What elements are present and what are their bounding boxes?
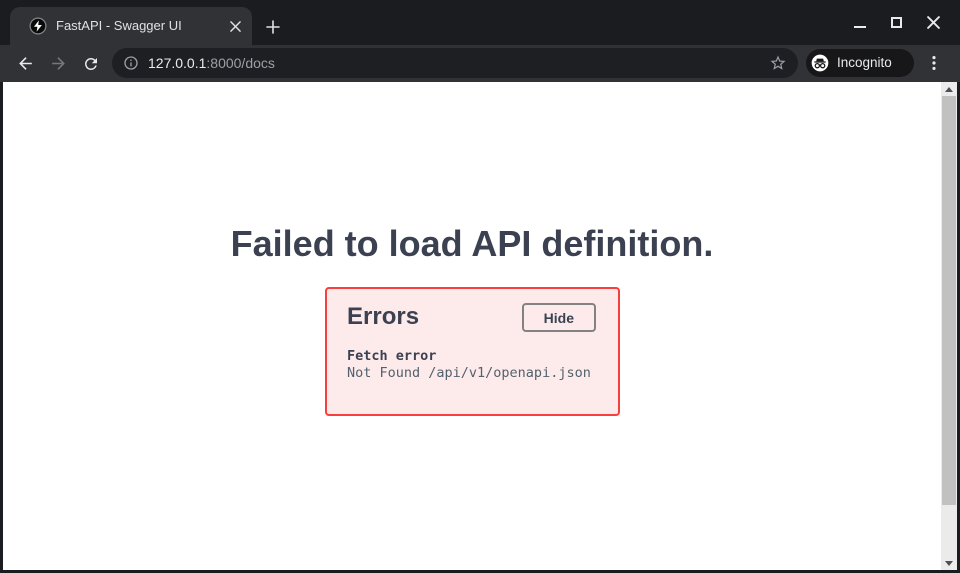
incognito-icon <box>810 53 830 73</box>
window-controls <box>841 0 952 45</box>
window-close-icon[interactable] <box>915 0 952 45</box>
url-path: :8000/docs <box>206 55 275 71</box>
url-text: 127.0.0.1:8000/docs <box>148 48 275 78</box>
incognito-badge: Incognito <box>806 49 914 77</box>
titlebar: FastAPI - Swagger UI <box>0 0 960 45</box>
error-item-message: Not Found /api/v1/openapi.json <box>347 365 591 382</box>
new-tab-icon[interactable] <box>262 16 284 38</box>
bookmark-star-icon[interactable] <box>769 54 787 72</box>
page-content: Failed to load API definition. Errors Hi… <box>3 82 941 570</box>
page-heading: Failed to load API definition. <box>3 222 941 265</box>
forward-icon[interactable] <box>46 51 71 76</box>
incognito-label: Incognito <box>837 49 892 77</box>
url-bar[interactable]: 127.0.0.1:8000/docs <box>112 48 798 78</box>
scroll-up-icon[interactable] <box>941 82 957 96</box>
maximize-icon[interactable] <box>878 0 915 45</box>
tab-title: FastAPI - Swagger UI <box>56 7 182 45</box>
back-icon[interactable] <box>13 51 38 76</box>
tab-close-icon[interactable] <box>226 17 244 35</box>
errors-panel: Errors Hide Fetch error Not Found /api/v… <box>325 287 620 416</box>
browser-tab[interactable]: FastAPI - Swagger UI <box>10 7 252 45</box>
menu-dots-icon[interactable] <box>924 53 944 73</box>
info-icon[interactable] <box>123 55 139 71</box>
scrollbar-track[interactable] <box>941 82 957 570</box>
minimize-icon[interactable] <box>841 0 878 45</box>
scroll-down-icon[interactable] <box>941 556 957 570</box>
browser-toolbar: 127.0.0.1:8000/docs Incognito <box>0 45 960 82</box>
reload-icon[interactable] <box>78 51 103 76</box>
scrollbar-thumb[interactable] <box>942 96 956 505</box>
url-host: 127.0.0.1 <box>148 55 206 71</box>
errors-panel-title: Errors <box>347 303 419 331</box>
error-item: Fetch error Not Found /api/v1/openapi.js… <box>347 348 591 382</box>
fastapi-bolt-favicon <box>29 17 47 35</box>
error-item-title: Fetch error <box>347 348 591 365</box>
hide-errors-button[interactable]: Hide <box>522 303 596 332</box>
